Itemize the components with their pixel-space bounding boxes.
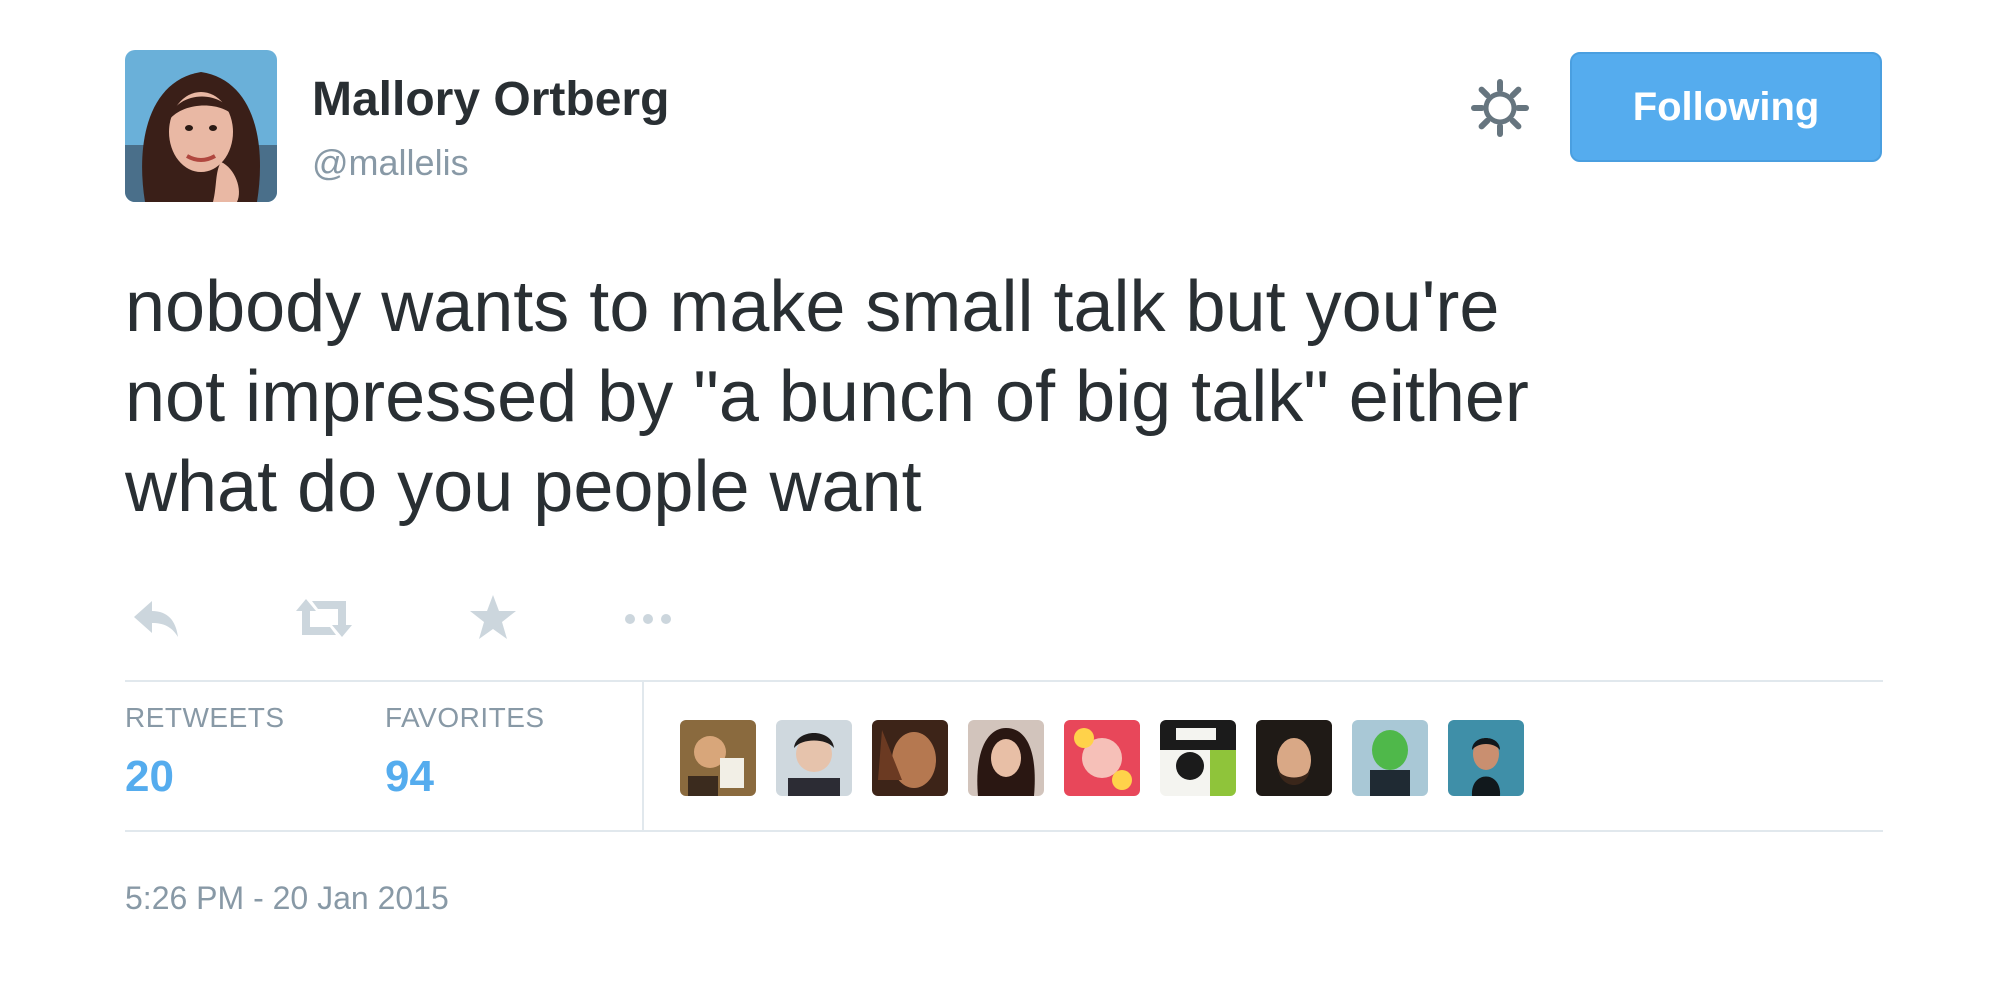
- retweets-label[interactable]: RETWEETS: [125, 702, 285, 734]
- author-display-name[interactable]: Mallory Ortberg: [312, 72, 669, 127]
- retweet-icon[interactable]: [292, 593, 356, 643]
- favoriter-avatar[interactable]: [1256, 720, 1332, 796]
- tweet-text: nobody wants to make small talk but you'…: [125, 267, 1529, 527]
- avatar-image: [125, 50, 277, 202]
- tweet-timestamp[interactable]: 5:26 PM - 20 Jan 2015: [125, 880, 449, 917]
- more-icon[interactable]: [620, 593, 676, 643]
- tweet-card: Mallory Ortberg @mallelis Following nobo…: [0, 0, 2000, 1000]
- favorites-label[interactable]: FAVORITES: [385, 702, 545, 734]
- favoriter-avatar[interactable]: [1160, 720, 1236, 796]
- favoriter-avatar[interactable]: [776, 720, 852, 796]
- favoriter-avatar[interactable]: [1352, 720, 1428, 796]
- stats-vertical-divider: [642, 682, 644, 830]
- following-button[interactable]: Following: [1570, 52, 1882, 162]
- author-handle[interactable]: @mallelis: [312, 142, 469, 184]
- reply-icon[interactable]: [130, 593, 182, 643]
- stats-top-divider: [125, 680, 1883, 682]
- favoriter-avatar[interactable]: [1448, 720, 1524, 796]
- stats-bottom-divider: [125, 830, 1883, 832]
- author-avatar[interactable]: [125, 50, 277, 202]
- gear-icon[interactable]: [1470, 78, 1530, 138]
- favoriter-avatar[interactable]: [680, 720, 756, 796]
- favorite-icon[interactable]: [468, 593, 518, 643]
- retweets-count[interactable]: 20: [125, 752, 174, 802]
- favoriter-avatar[interactable]: [1064, 720, 1140, 796]
- favorites-count[interactable]: 94: [385, 752, 434, 802]
- favoriter-avatar[interactable]: [872, 720, 948, 796]
- favoriter-avatar[interactable]: [968, 720, 1044, 796]
